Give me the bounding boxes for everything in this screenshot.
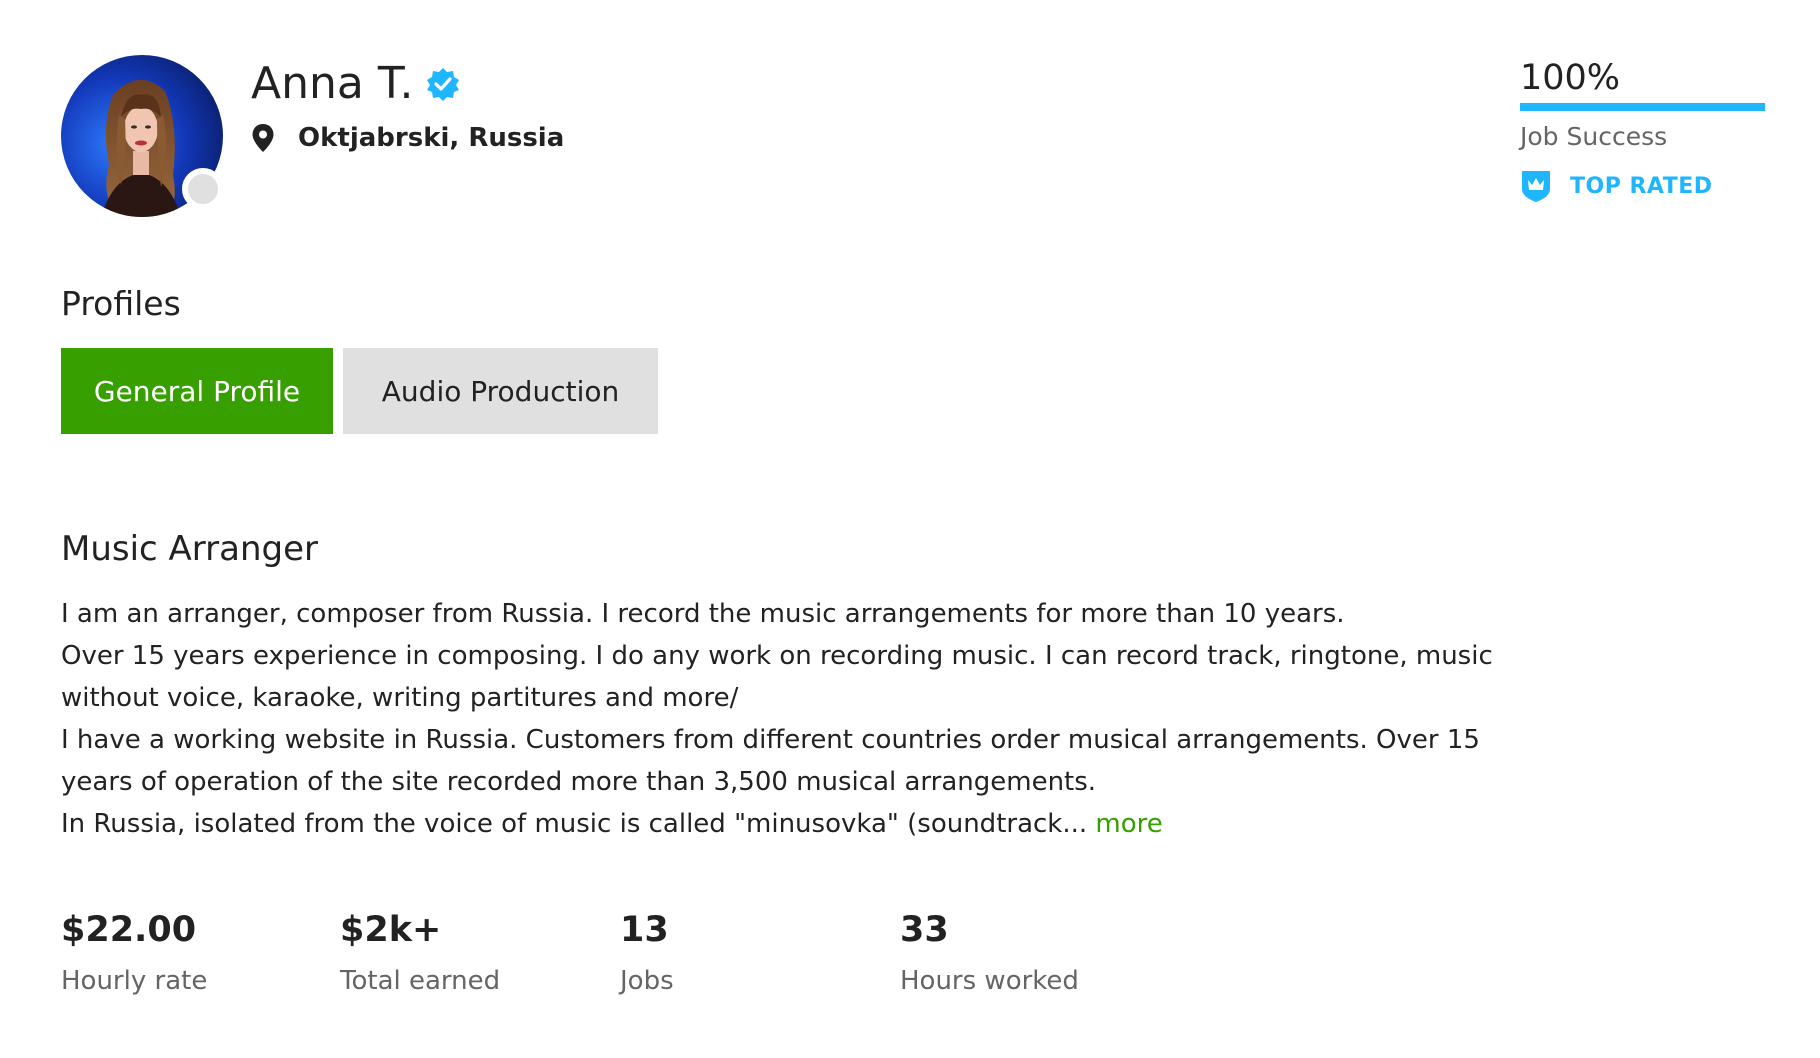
job-success-bar-fill	[1520, 103, 1765, 111]
stat-value: $22.00	[61, 910, 197, 950]
map-pin-icon	[252, 124, 274, 152]
crown-shield-icon	[1522, 171, 1550, 202]
name-row: Anna T.	[251, 56, 461, 112]
stat-jobs: 13 Jobs	[620, 905, 674, 999]
profile-tabs: General Profile Audio Production	[61, 348, 658, 434]
description-line: I have a working website in Russia. Cust…	[61, 725, 1480, 755]
stat-value: 33	[900, 910, 949, 950]
offline-status-dot	[182, 168, 224, 210]
stat-value: 13	[620, 910, 669, 950]
stat-hourly-rate: $22.00 Hourly rate	[61, 905, 207, 999]
freelancer-name: Anna T.	[251, 58, 414, 109]
stat-value: $2k+	[340, 910, 442, 950]
profile-title: Music Arranger	[61, 529, 319, 569]
tab-audio-production[interactable]: Audio Production	[343, 348, 658, 434]
description-line: I am an arranger, composer from Russia. …	[61, 599, 1345, 629]
description-line-text: In Russia, isolated from the voice of mu…	[61, 809, 1088, 839]
top-rated-badge[interactable]: TOP RATED	[1520, 168, 1713, 204]
verified-badge-icon	[427, 68, 460, 101]
description-line-last: In Russia, isolated from the voice of mu…	[61, 803, 1601, 845]
profile-description: I am an arranger, composer from Russia. …	[61, 593, 1601, 845]
job-success-label: Job Success	[1520, 122, 1668, 151]
description-line: Over 15 years experience in composing. I…	[61, 641, 1493, 671]
description-line: years of operation of the site recorded …	[61, 767, 1097, 797]
stat-label: Hourly rate	[61, 966, 208, 996]
avatar-container	[61, 55, 224, 217]
description-line: without voice, karaoke, writing partitur…	[61, 683, 739, 713]
job-success-bar	[1520, 103, 1765, 111]
stat-hours-worked: 33 Hours worked	[900, 905, 1079, 999]
stat-total-earned: $2k+ Total earned	[340, 905, 500, 999]
tab-general-profile[interactable]: General Profile	[61, 348, 333, 434]
location-text: Oktjabrski, Russia	[298, 123, 565, 153]
profiles-heading: Profiles	[61, 284, 181, 323]
top-rated-label: TOP RATED	[1570, 173, 1713, 199]
stat-label: Total earned	[340, 966, 501, 996]
stat-label: Jobs	[620, 966, 674, 996]
stat-label: Hours worked	[900, 966, 1079, 996]
more-link[interactable]: more	[1095, 809, 1162, 839]
job-success-percent: 100%	[1520, 58, 1621, 98]
location-row: Oktjabrski, Russia	[251, 118, 564, 158]
